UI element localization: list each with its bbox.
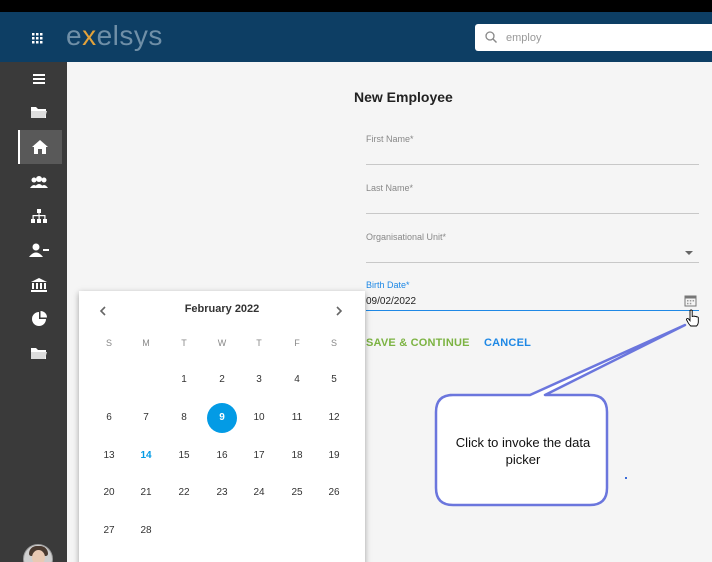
calendar-day[interactable]: 12 [319, 403, 349, 433]
calendar-day[interactable]: 18 [282, 441, 312, 471]
weekday-label: S [105, 338, 112, 348]
calendar-day[interactable]: 10 [244, 403, 274, 433]
calendar-day[interactable]: 9 [207, 402, 237, 433]
weekday-label: W [217, 338, 227, 348]
calendar-day[interactable]: 27 [94, 516, 124, 546]
weekday-label: S [330, 338, 337, 348]
next-month-button[interactable] [332, 304, 346, 318]
calendar-day[interactable]: 21 [131, 478, 161, 508]
weekday-label: M [142, 338, 150, 348]
calendar-day[interactable]: 11 [282, 403, 312, 433]
callout-text: Click to invoke the data picker [455, 435, 591, 467]
weekday-label: T [181, 338, 187, 348]
calendar-day[interactable]: 19 [319, 441, 349, 471]
calendar-day[interactable]: 8 [169, 403, 199, 433]
stray-dot [625, 477, 627, 479]
calendar-day[interactable]: 26 [319, 478, 349, 508]
weekday-label: T [256, 338, 262, 348]
calendar-day[interactable]: 5 [319, 365, 349, 395]
calendar-day[interactable]: 15 [169, 441, 199, 471]
calendar-day[interactable]: 2 [207, 365, 237, 395]
calendar-day[interactable]: 14 [131, 441, 161, 471]
calendar-day[interactable]: 3 [244, 365, 274, 395]
calendar-day[interactable]: 17 [244, 441, 274, 471]
calendar-day[interactable]: 6 [94, 403, 124, 433]
calendar-day[interactable]: 25 [282, 478, 312, 508]
calendar-day[interactable]: 16 [207, 441, 237, 471]
calendar-day[interactable]: 28 [131, 516, 161, 546]
calendar-day[interactable]: 4 [282, 365, 312, 395]
calendar-day[interactable]: 1 [169, 365, 199, 395]
weekday-label: F [294, 338, 300, 348]
date-picker: February 2022 SMTWTFS 1 2 3 4 5 6 7 8 9 10 11 12 13 1… [79, 291, 365, 562]
app-window: exelsys employ New Employee First Name* … [0, 12, 712, 562]
month-label: February 2022 [184, 303, 260, 315]
calendar-day[interactable]: 23 [207, 478, 237, 508]
calendar-day[interactable]: 7 [131, 403, 161, 433]
calendar-day[interactable]: 20 [94, 478, 124, 508]
calendar-day[interactable]: 24 [244, 478, 274, 508]
calendar-day[interactable]: 22 [169, 478, 199, 508]
calendar-day[interactable]: 13 [94, 441, 124, 471]
